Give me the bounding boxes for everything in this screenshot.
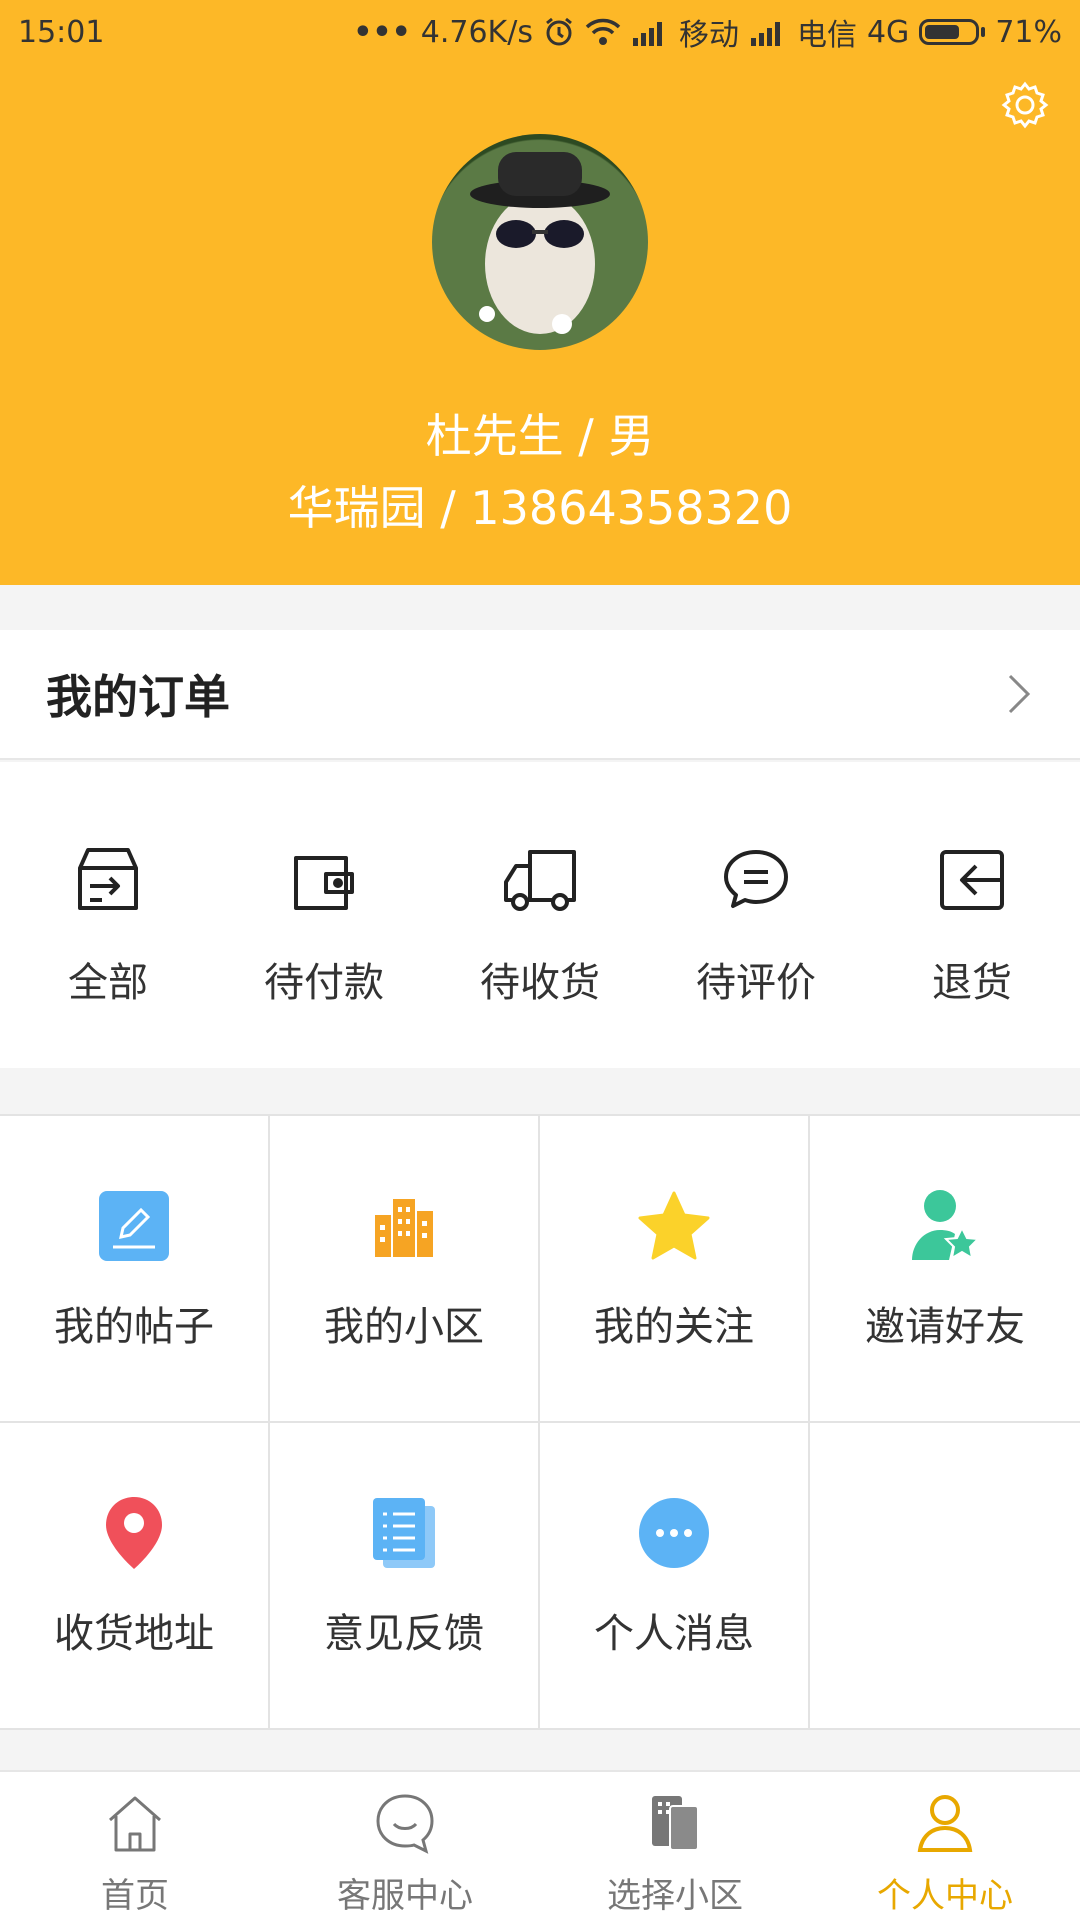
my-follows-label: 我的关注 <box>594 1304 754 1350</box>
star-icon <box>636 1188 712 1264</box>
status-icons: ••• 4.76K/s 移动 电信 4G 71% <box>353 10 1062 54</box>
status-bar: 15:01 ••• 4.76K/s 移动 电信 4G 71% <box>0 0 1080 64</box>
chat-bubble-icon <box>724 850 788 908</box>
order-pending-payment-label: 待付款 <box>264 960 384 1006</box>
personal-messages[interactable]: 个人消息 <box>540 1423 810 1730</box>
order-return[interactable]: 退货 <box>864 762 1080 1068</box>
shipping-address-label: 收货地址 <box>54 1611 214 1657</box>
settings-gear-icon[interactable] <box>998 78 1052 132</box>
service-icon <box>376 1794 434 1854</box>
feature-grid: 我的帖子 我的小区 我的关注 邀请好友 收货地址 意见反馈 个人消息 <box>0 1114 1080 1730</box>
profile-header: 15:01 ••• 4.76K/s 移动 电信 4G 71% 杜先生 / 男 华… <box>0 0 1080 585</box>
bottom-tab-bar: 首页 客服中心 选择小区 个人中心 <box>0 1770 1080 1920</box>
box-arrow-icon <box>78 848 138 910</box>
tab-personal-center[interactable]: 个人中心 <box>810 1772 1080 1920</box>
user-name-gender: 杜先生 / 男 <box>425 409 655 463</box>
feedback[interactable]: 意见反馈 <box>270 1423 540 1730</box>
location-pin-icon <box>96 1495 172 1571</box>
order-pending-review-label: 待评价 <box>696 960 816 1006</box>
tab-service-center[interactable]: 客服中心 <box>270 1772 540 1920</box>
carrier-1: 移动 <box>678 18 739 53</box>
my-community[interactable]: 我的小区 <box>270 1116 540 1423</box>
invite-friends[interactable]: 邀请好友 <box>810 1116 1080 1423</box>
battery-icon <box>919 19 986 45</box>
my-community-label: 我的小区 <box>324 1304 484 1350</box>
personal-messages-label: 个人消息 <box>594 1611 754 1657</box>
signal-icon-2 <box>750 22 780 46</box>
my-posts-label: 我的帖子 <box>54 1304 214 1350</box>
order-all[interactable]: 全部 <box>0 762 216 1068</box>
tab-home[interactable]: 首页 <box>0 1772 270 1920</box>
order-pending-receipt[interactable]: 待收货 <box>432 762 648 1068</box>
network-type: 4G <box>866 14 910 50</box>
home-icon <box>109 1796 161 1852</box>
shipping-address[interactable]: 收货地址 <box>0 1423 270 1730</box>
avatar[interactable] <box>432 134 648 350</box>
message-dots-icon <box>636 1495 712 1571</box>
return-icon <box>940 850 1004 910</box>
order-status-row: 全部 待付款 待收货 待评价 退货 <box>0 762 1080 1068</box>
wifi-icon <box>585 18 621 45</box>
carrier-2: 电信 <box>796 18 857 53</box>
signal-icon <box>632 22 662 46</box>
network-speed: 4.76K/s <box>420 14 533 50</box>
alarm-icon <box>546 17 572 46</box>
status-time: 15:01 <box>18 14 105 50</box>
my-posts[interactable]: 我的帖子 <box>0 1116 270 1423</box>
empty-cell <box>810 1423 1080 1730</box>
edit-post-icon <box>96 1188 172 1264</box>
my-orders-header[interactable]: 我的订单 <box>0 630 1080 760</box>
order-pending-payment[interactable]: 待付款 <box>216 762 432 1068</box>
feedback-label: 意见反馈 <box>324 1611 484 1657</box>
tab-service-center-label: 客服中心 <box>337 1876 473 1916</box>
wallet-icon <box>294 856 354 910</box>
tab-select-community[interactable]: 选择小区 <box>540 1772 810 1920</box>
my-follows[interactable]: 我的关注 <box>540 1116 810 1423</box>
order-pending-receipt-label: 待收货 <box>480 960 600 1006</box>
chevron-right-icon <box>1008 674 1031 714</box>
battery-percent: 71% <box>995 14 1062 50</box>
more-dots-icon: ••• <box>353 14 411 50</box>
user-community-phone: 华瑞园 / 13864358320 <box>287 481 793 535</box>
order-pending-review[interactable]: 待评价 <box>648 762 864 1068</box>
select-community-icon <box>652 1796 699 1851</box>
my-orders-title: 我的订单 <box>46 670 230 724</box>
invite-user-icon <box>907 1188 983 1264</box>
feedback-doc-icon <box>366 1495 442 1571</box>
order-return-label: 退货 <box>932 960 1012 1006</box>
tab-personal-center-label: 个人中心 <box>877 1876 1013 1916</box>
building-icon <box>366 1188 442 1264</box>
avatar-cat-image <box>470 152 610 334</box>
tab-select-community-label: 选择小区 <box>607 1876 743 1916</box>
tab-home-label: 首页 <box>101 1876 169 1916</box>
invite-friends-label: 邀请好友 <box>865 1304 1025 1350</box>
person-icon <box>917 1795 973 1852</box>
truck-icon <box>504 850 576 911</box>
order-all-label: 全部 <box>68 960 148 1006</box>
